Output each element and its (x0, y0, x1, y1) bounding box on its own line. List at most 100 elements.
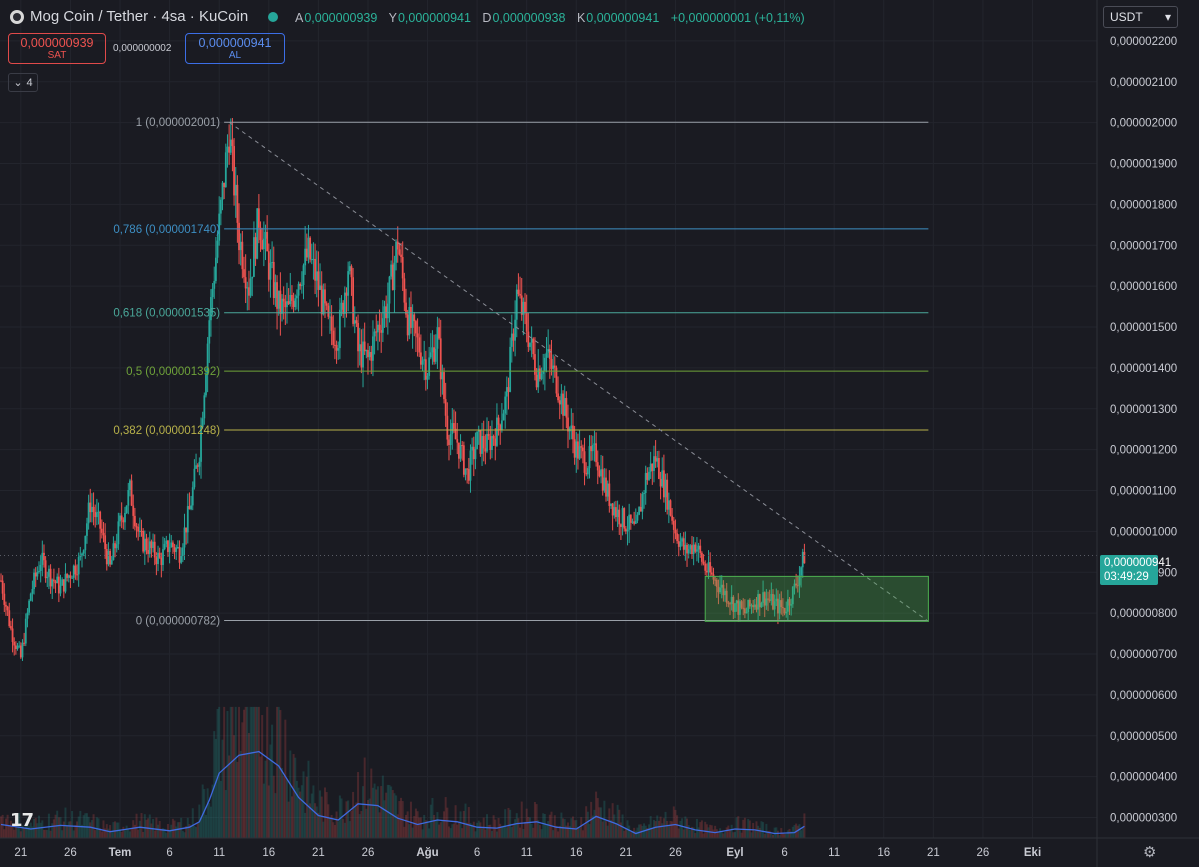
last-price-value: 0,000000941 (1104, 557, 1172, 569)
last-price-label: 0,000000941 03:49:29 (1100, 555, 1172, 585)
candle-body (64, 573, 67, 592)
candle-body (396, 241, 399, 250)
candle-body (388, 276, 391, 304)
candle-body (406, 314, 409, 336)
candle-body (198, 461, 201, 467)
candle-body (352, 277, 355, 324)
candle-body (448, 439, 450, 445)
candle-body (803, 551, 806, 564)
candle-body (147, 549, 150, 554)
candle-body (563, 398, 566, 416)
candle-body (410, 307, 412, 328)
candle-body (639, 507, 642, 512)
candle-body (279, 290, 282, 314)
price-tick-label: 0,000001500 (1110, 322, 1177, 334)
candle-body (19, 645, 22, 658)
candle-body (305, 248, 308, 258)
candle-body (636, 514, 639, 521)
ohlc-readout: A0,000000939 Y0,000000941 D0,000000938 K… (295, 11, 805, 25)
candle-body (634, 520, 637, 524)
symbol-title: Mog Coin / Tether · 4sa · KuCoin (30, 8, 249, 25)
candle-body (1, 580, 4, 594)
candle-body (443, 372, 445, 400)
candle-body (327, 305, 330, 317)
ohlc-key: D (482, 11, 492, 25)
symbol-header[interactable]: Mog Coin / Tether · 4sa · KuCoin (10, 8, 279, 25)
candle-body (424, 359, 427, 380)
candle-body (431, 347, 434, 353)
candle-body (241, 241, 244, 270)
candle-body (710, 572, 713, 575)
candle-body (572, 425, 574, 440)
candle-body (38, 571, 40, 573)
buy-button[interactable]: 0,000000941 AL (185, 33, 285, 64)
candle-body (107, 550, 110, 565)
volume-bar (803, 813, 806, 838)
candle-body (654, 456, 657, 462)
candle-body (623, 508, 626, 529)
candle-body (570, 425, 573, 429)
candle-body (244, 277, 247, 289)
candle-body (577, 441, 579, 459)
candle-body (41, 552, 44, 565)
time-tick-label: 16 (877, 847, 890, 859)
candle-body (611, 503, 614, 516)
candle-body (176, 546, 179, 548)
spread-value: 0,000000002 (113, 43, 172, 54)
candle-body (631, 521, 634, 523)
indicators-toggle[interactable]: ⌄ 4 (8, 73, 38, 92)
ohlc-key: K (576, 11, 586, 25)
candle-body (234, 184, 237, 196)
candle-body (456, 439, 459, 443)
candle-body (178, 546, 181, 563)
candle-body (114, 543, 116, 549)
candle-body (48, 568, 50, 577)
candle-body (233, 146, 235, 196)
candle-body (433, 347, 436, 362)
bar-countdown: 03:49:29 (1104, 571, 1149, 583)
candle-body (573, 439, 576, 458)
time-tick-label: 6 (474, 847, 480, 859)
candle-body (172, 542, 174, 548)
buy-label: AL (228, 50, 242, 61)
candle-body (256, 208, 259, 259)
sell-button[interactable]: 0,000000939 SAT (8, 33, 106, 64)
candle-body (23, 642, 26, 644)
candle-body (289, 295, 292, 305)
candle-body (439, 338, 442, 380)
gear-icon[interactable]: ⚙ (1143, 843, 1156, 861)
candle-body (56, 576, 59, 584)
currency-select[interactable]: USDT ▾ (1103, 6, 1178, 28)
candle-body (676, 533, 679, 542)
indicators-count: 4 (26, 76, 33, 89)
candle-body (219, 199, 222, 214)
candle-body (51, 579, 54, 587)
candle-body (185, 527, 188, 533)
candle-body (143, 538, 146, 552)
candle-body (532, 338, 535, 355)
candle-body (413, 314, 416, 322)
candle-body (376, 324, 379, 333)
candle-body (628, 514, 631, 530)
candle-body (510, 333, 513, 347)
candle-body (135, 526, 138, 528)
candle-body (464, 468, 467, 475)
candle-body (91, 506, 93, 513)
candles (0, 117, 806, 661)
candle-body (71, 577, 73, 579)
candle-body (677, 541, 680, 547)
candle-body (416, 333, 419, 338)
candle-body (378, 324, 381, 331)
candle-body (74, 565, 77, 575)
candle-body (393, 262, 396, 290)
tradingview-logo-icon[interactable]: 17 (10, 810, 34, 831)
candle-body (292, 300, 295, 308)
candle-body (368, 351, 371, 358)
candle-body (231, 139, 234, 147)
price-chart[interactable]: 1 (0,000002001) 0,786 (0,000001740) 0,618 … (0, 0, 1199, 867)
candle-body (649, 463, 652, 472)
candle-body (62, 579, 65, 592)
candle-body (353, 320, 356, 324)
candle-body (69, 575, 72, 578)
candle-body (598, 470, 601, 477)
